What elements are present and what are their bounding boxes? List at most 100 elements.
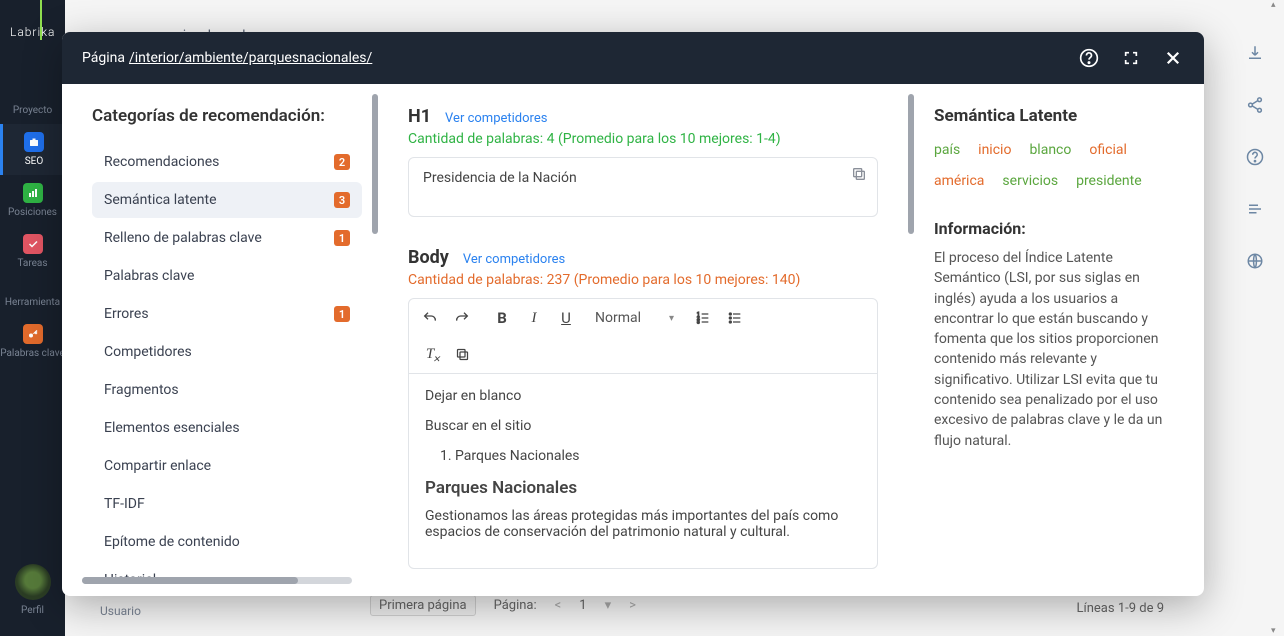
modal-page-label: Página — [82, 50, 125, 66]
chevron-down-icon: ▾ — [669, 313, 674, 324]
h1-section-label: H1 — [408, 106, 431, 127]
info-heading: Información: — [934, 219, 1178, 238]
category-item[interactable]: Fragmentos — [92, 372, 362, 408]
editor-p2: Buscar en el sitio — [425, 418, 861, 434]
download-icon[interactable] — [1244, 42, 1266, 64]
list-float-icon[interactable] — [1244, 198, 1266, 220]
nav-label-tareas: Tareas — [17, 258, 47, 269]
redo-icon[interactable] — [451, 307, 473, 329]
bg-usuario-text: Usuario — [100, 604, 141, 618]
horizontal-scrollbar[interactable] — [82, 577, 352, 584]
nav-item-seo[interactable]: SEO — [0, 124, 65, 175]
lsi-term[interactable]: américa — [934, 173, 984, 189]
lsi-term[interactable]: oficial — [1089, 142, 1127, 158]
category-badge: 2 — [334, 154, 350, 170]
category-label: Relleno de palabras clave — [104, 230, 262, 246]
body-ver-competidores-link[interactable]: Ver competidores — [463, 252, 565, 267]
key-icon — [23, 324, 43, 344]
globe-icon[interactable] — [1244, 250, 1266, 272]
category-label: Errores — [104, 306, 149, 322]
undo-icon[interactable] — [419, 307, 441, 329]
category-item[interactable]: Competidores — [92, 334, 362, 370]
svg-text:3: 3 — [697, 319, 700, 325]
bg-page-prev[interactable]: < — [555, 598, 562, 613]
bg-pagina-label: Página: — [494, 598, 537, 613]
scroll-up-icon[interactable]: ▴ — [1271, 0, 1276, 10]
body-editor: B I U Normal ▾ 123 T✕ — [408, 298, 878, 569]
category-item[interactable]: Relleno de palabras clave1 — [92, 220, 362, 256]
h1-word-count: Cantidad de palabras: 4 (Promedio para l… — [408, 131, 878, 147]
copy-icon[interactable] — [851, 166, 867, 186]
body-section-label: Body — [408, 247, 449, 268]
lsi-terms-list: país inicio blanco oficial américa servicios p… — [934, 142, 1178, 189]
lsi-term[interactable]: inicio — [978, 142, 1011, 158]
h1-value: Presidencia de la Nación — [423, 170, 577, 186]
editor-h2: Parques Nacionales — [425, 478, 861, 498]
nav-item-tareas[interactable]: Tareas — [0, 226, 65, 277]
copy-format-icon[interactable] — [451, 343, 473, 365]
category-label: Semántica latente — [104, 192, 217, 208]
chart-icon — [23, 183, 43, 203]
category-badge: 3 — [334, 192, 350, 208]
category-item[interactable]: Errores 1 — [92, 296, 362, 332]
category-item[interactable]: Elementos esenciales — [92, 410, 362, 446]
bg-page-num: 1 — [579, 598, 586, 613]
vertical-scrollbar[interactable] — [372, 84, 378, 596]
nav-label-palabras-clave: Palabras clave — [0, 348, 65, 359]
italic-icon[interactable]: I — [523, 307, 545, 329]
modal-header: Página /interior/ambiente/parquesnaciona… — [62, 32, 1204, 84]
editor-content[interactable]: Dejar en blanco Buscar en el sitio Parqu… — [409, 374, 877, 568]
lsi-term[interactable]: país — [934, 142, 960, 158]
h1-field[interactable]: Presidencia de la Nación — [408, 157, 878, 217]
bg-page-next[interactable]: > — [629, 598, 636, 613]
nav-section-proyecto: Proyecto — [13, 105, 52, 116]
close-icon[interactable] — [1162, 47, 1184, 69]
vertical-scrollbar-mid[interactable] — [908, 84, 914, 596]
underline-icon[interactable]: U — [555, 307, 577, 329]
clear-format-icon[interactable]: T✕ — [419, 343, 441, 365]
heading-select-value: Normal — [595, 310, 641, 326]
category-label: Fragmentos — [104, 382, 179, 398]
ordered-list-icon[interactable]: 123 — [692, 307, 714, 329]
check-icon — [23, 234, 43, 254]
bold-icon[interactable]: B — [491, 307, 513, 329]
lsi-term[interactable]: servicios — [1002, 173, 1058, 189]
recommendation-modal: Página /interior/ambiente/parquesnaciona… — [62, 32, 1204, 596]
category-item[interactable]: Compartir enlace — [92, 448, 362, 484]
main-scrollbar[interactable]: ▴ ▾ — [1269, 0, 1281, 636]
scroll-down-icon[interactable]: ▾ — [1271, 626, 1276, 636]
heading-select[interactable]: Normal ▾ — [595, 310, 674, 326]
nav-label-posiciones: Posiciones — [8, 207, 57, 218]
semantic-info-panel: Semántica Latente paísinicioblancooficia… — [914, 84, 1204, 596]
category-label: Elementos esenciales — [104, 420, 240, 436]
lsi-term[interactable]: blanco — [1029, 142, 1071, 158]
modal-page-path[interactable]: /interior/ambiente/parquesnacionales/ — [129, 50, 372, 66]
unordered-list-icon[interactable] — [724, 307, 746, 329]
help-icon[interactable] — [1078, 47, 1100, 69]
category-item[interactable]: Recomendaciones2 — [92, 144, 362, 180]
category-item[interactable]: TF-IDF — [92, 486, 362, 522]
help-float-icon[interactable] — [1244, 146, 1266, 168]
lsi-term[interactable]: presidente — [1076, 173, 1142, 189]
editor-toolbar: B I U Normal ▾ 123 T✕ — [409, 299, 877, 374]
nav-item-palabras-clave[interactable]: Palabras clave — [0, 316, 65, 367]
category-item[interactable]: Semántica latente 3 — [92, 182, 362, 218]
floating-toolbar — [1244, 42, 1266, 272]
category-label: Epítome de contenido — [104, 534, 240, 550]
nav-label-seo: SEO — [25, 156, 44, 167]
category-label: TF-IDF — [104, 496, 145, 512]
h1-ver-competidores-link[interactable]: Ver competidores — [445, 111, 547, 126]
editor-p1: Dejar en blanco — [425, 388, 861, 404]
category-label: Compartir enlace — [104, 458, 211, 474]
category-item[interactable]: Palabras clave — [92, 258, 362, 294]
bg-primera[interactable]: Primera página — [370, 595, 476, 616]
briefcase-icon — [24, 132, 44, 152]
avatar[interactable] — [15, 564, 51, 600]
share-icon[interactable] — [1244, 94, 1266, 116]
bg-page-dropdown[interactable]: ▾ — [605, 598, 612, 613]
category-badge: 1 — [334, 306, 350, 322]
nav-item-posiciones[interactable]: Posiciones — [0, 175, 65, 226]
fullscreen-icon[interactable] — [1120, 47, 1142, 69]
category-item[interactable]: Epítome de contenido — [92, 524, 362, 560]
info-text: El proceso del Índice Latente Semántico … — [934, 248, 1178, 451]
